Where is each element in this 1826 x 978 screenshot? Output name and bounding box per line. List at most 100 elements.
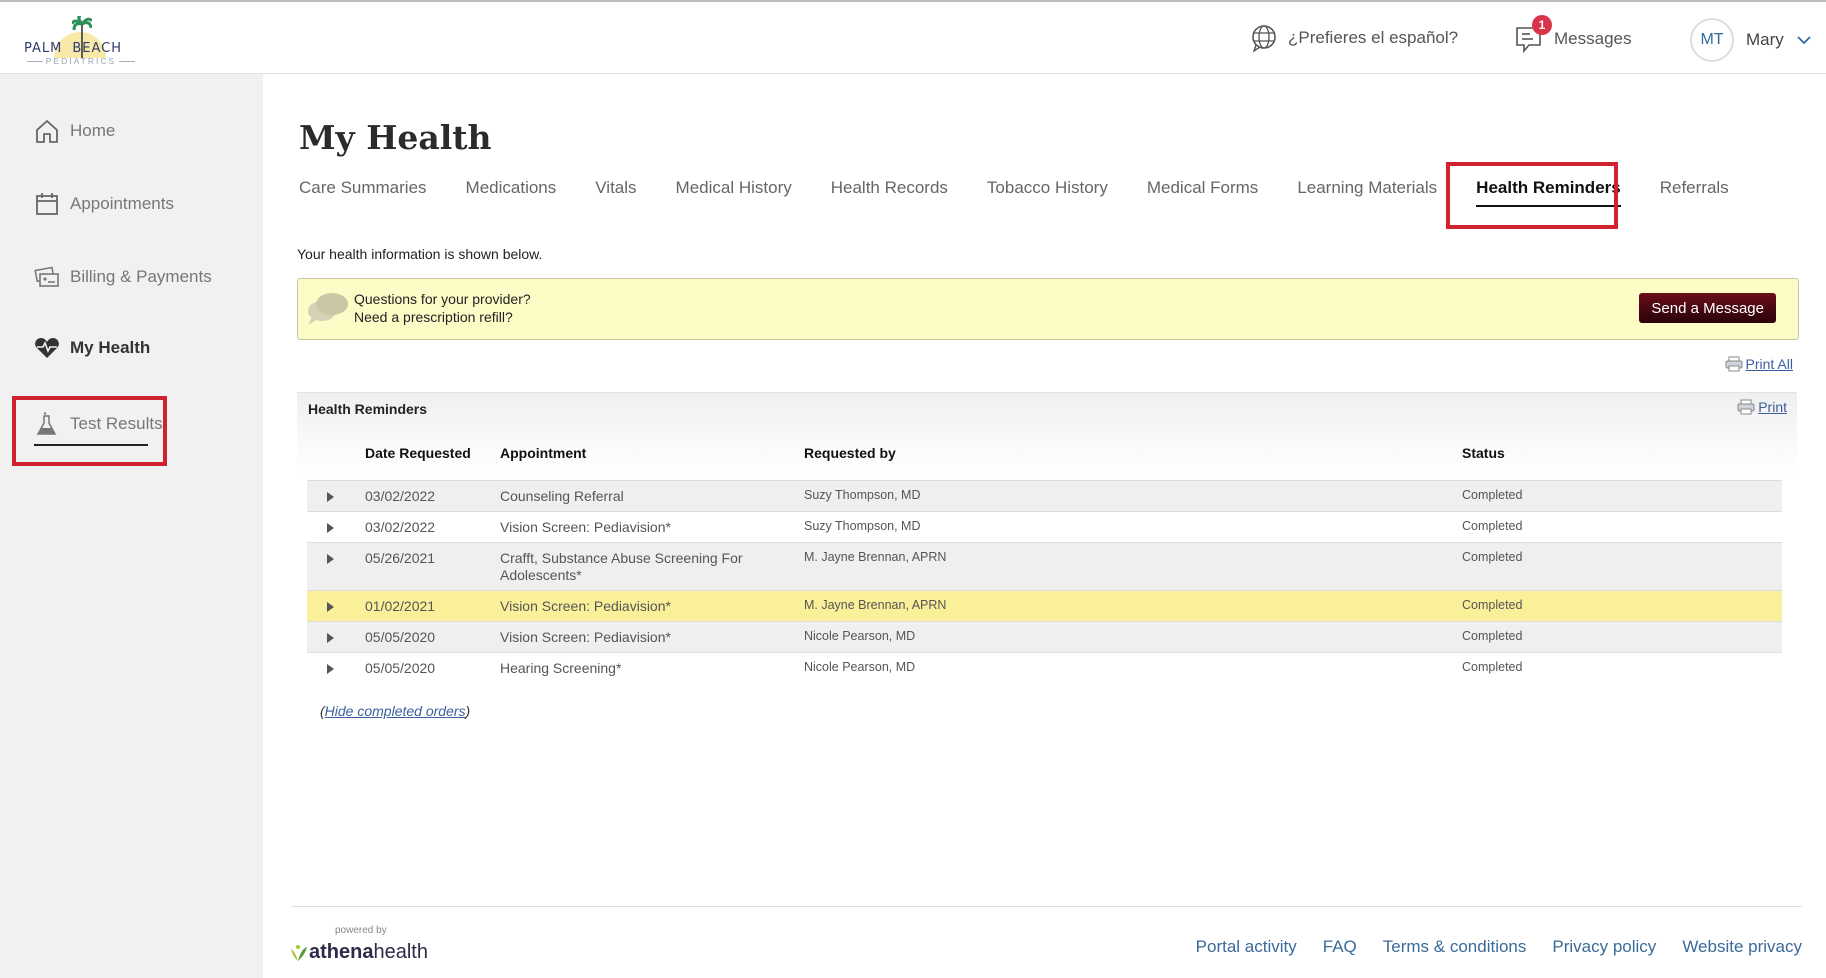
cell-date: 03/02/2022 xyxy=(365,480,500,512)
sidebar-item-billing-payments[interactable]: Billing & Payments xyxy=(34,264,212,290)
top-header: PALM BEACH PEDIATRICS ¿Prefieres el españ… xyxy=(0,0,1826,74)
print-all-link[interactable]: Print All xyxy=(1725,356,1793,372)
cell-status: Completed xyxy=(1462,652,1782,683)
cell-requested-by: M. Jayne Brennan, APRN xyxy=(804,542,1462,591)
athena-brand-light: health xyxy=(373,941,428,963)
cell-status: Completed xyxy=(1462,542,1782,591)
tab-tobacco-history[interactable]: Tobacco History xyxy=(987,178,1108,198)
cell-appointment: Crafft, Substance Abuse Screening For Ad… xyxy=(500,542,804,591)
cell-requested-by: Nicole Pearson, MD xyxy=(804,652,1462,683)
column-header-requested-by[interactable]: Requested by xyxy=(804,445,896,461)
chat-bubbles-icon xyxy=(308,293,348,325)
cell-appointment: Vision Screen: Pediavision* xyxy=(500,511,804,543)
billing-icon xyxy=(34,266,59,287)
sidebar-item-my-health[interactable]: My Health xyxy=(34,336,150,360)
chevron-down-icon xyxy=(1797,36,1811,45)
expand-row-icon[interactable] xyxy=(327,492,334,502)
user-menu[interactable]: MT Mary xyxy=(1690,18,1812,62)
athena-brand-bold: athena xyxy=(309,941,374,963)
print-label: Print xyxy=(1758,399,1787,415)
tab-medications[interactable]: Medications xyxy=(466,178,557,198)
send-message-button[interactable]: Send a Message xyxy=(1639,293,1776,323)
hide-completed-wrapper: (Hide completed orders) xyxy=(320,703,471,719)
active-tab-highlight-box xyxy=(1446,162,1618,229)
footer-link-terms[interactable]: Terms & conditions xyxy=(1383,937,1527,957)
cell-date: 05/05/2020 xyxy=(365,621,500,653)
cell-date: 05/05/2020 xyxy=(365,652,500,683)
provider-notice: Questions for your provider? Need a pres… xyxy=(297,278,1799,340)
cell-appointment: Vision Screen: Pediavision* xyxy=(500,590,804,622)
cell-status: Completed xyxy=(1462,590,1782,622)
calendar-icon xyxy=(36,193,58,215)
health-reminders-panel: Health Reminders Print Date Requested Ap… xyxy=(297,392,1797,683)
flask-icon xyxy=(36,412,57,435)
cell-requested-by: Suzy Thompson, MD xyxy=(804,511,1462,543)
health-reminders-table: 03/02/2022 Counseling Referral Suzy Thom… xyxy=(307,480,1782,683)
heart-pulse-icon xyxy=(35,338,59,358)
home-icon xyxy=(36,120,58,143)
tab-vitals[interactable]: Vitals xyxy=(595,178,636,198)
athenahealth-logo[interactable]: athena health xyxy=(289,941,428,964)
footer-link-privacy-policy[interactable]: Privacy policy xyxy=(1552,937,1656,957)
column-header-date[interactable]: Date Requested xyxy=(365,445,471,461)
cell-status: Completed xyxy=(1462,480,1782,512)
sidebar-item-label: Test Results xyxy=(70,414,163,433)
sidebar: Home Appointments Billing & Payments My … xyxy=(0,74,263,978)
cell-status: Completed xyxy=(1462,511,1782,543)
logo-text-beach: BEACH xyxy=(72,41,123,56)
tab-health-records[interactable]: Health Records xyxy=(831,178,948,198)
cell-requested-by: M. Jayne Brennan, APRN xyxy=(804,590,1462,622)
intro-text: Your health information is shown below. xyxy=(297,246,543,262)
user-name: Mary xyxy=(1746,30,1784,49)
expand-row-icon[interactable] xyxy=(327,523,334,533)
cell-appointment: Vision Screen: Pediavision* xyxy=(500,621,804,653)
sidebar-item-home[interactable]: Home xyxy=(34,118,115,144)
tab-medical-history[interactable]: Medical History xyxy=(676,178,792,198)
column-header-appointment[interactable]: Appointment xyxy=(500,445,586,461)
logo-text-palm: PALM xyxy=(24,41,63,56)
expand-row-icon[interactable] xyxy=(327,664,334,674)
notice-line-2: Need a prescription refill? xyxy=(354,309,513,325)
table-row[interactable]: 03/02/2022 Counseling Referral Suzy Thom… xyxy=(307,480,1782,512)
sidebar-item-label: My Health xyxy=(70,338,151,357)
messages-label: Messages xyxy=(1554,29,1632,48)
table-row[interactable]: 05/05/2020 Hearing Screening* Nicole Pea… xyxy=(307,652,1782,683)
messages-link[interactable]: 1 Messages xyxy=(1514,15,1632,54)
powered-by-label: powered by xyxy=(335,925,387,936)
messages-count-badge: 1 xyxy=(1532,15,1552,35)
tab-medical-forms[interactable]: Medical Forms xyxy=(1147,178,1258,198)
tab-learning-materials[interactable]: Learning Materials xyxy=(1297,178,1437,198)
sidebar-item-label: Appointments xyxy=(70,194,174,213)
tab-care-summaries[interactable]: Care Summaries xyxy=(299,178,427,198)
tab-referrals[interactable]: Referrals xyxy=(1660,178,1729,198)
table-row[interactable]: 05/26/2021 Crafft, Substance Abuse Scree… xyxy=(307,542,1782,591)
column-header-status[interactable]: Status xyxy=(1462,445,1505,461)
printer-icon xyxy=(1737,399,1755,415)
expand-row-icon[interactable] xyxy=(327,554,334,564)
table-row[interactable]: 03/02/2022 Vision Screen: Pediavision* S… xyxy=(307,511,1782,543)
sidebar-item-appointments[interactable]: Appointments xyxy=(34,191,174,217)
printer-icon xyxy=(1725,356,1743,372)
sidebar-item-label: Home xyxy=(70,121,116,140)
page-title: My Health xyxy=(299,118,492,157)
cell-appointment: Hearing Screening* xyxy=(500,652,804,683)
footer-link-faq[interactable]: FAQ xyxy=(1323,937,1357,957)
notice-line-1: Questions for your provider? xyxy=(354,291,531,307)
footer-link-portal-activity[interactable]: Portal activity xyxy=(1196,937,1297,957)
hide-completed-orders-link[interactable]: Hide completed orders xyxy=(325,703,466,719)
table-row[interactable]: 05/05/2020 Vision Screen: Pediavision* N… xyxy=(307,621,1782,653)
sidebar-item-test-results[interactable]: Test Results xyxy=(34,411,163,437)
panel-title: Health Reminders xyxy=(308,401,428,417)
expand-row-icon[interactable] xyxy=(327,633,334,643)
language-toggle-label: ¿Prefieres el español? xyxy=(1288,28,1459,47)
expand-row-icon[interactable] xyxy=(327,602,334,612)
footer-divider xyxy=(292,906,1802,907)
palm-beach-pediatrics-logo[interactable]: PALM BEACH PEDIATRICS xyxy=(22,14,140,68)
print-link[interactable]: Print xyxy=(1737,399,1787,415)
cell-status: Completed xyxy=(1462,621,1782,653)
footer-link-website-privacy[interactable]: Website privacy xyxy=(1682,937,1802,957)
cell-date: 05/26/2021 xyxy=(365,542,500,591)
globe-chat-icon xyxy=(1252,25,1276,52)
table-row-highlighted[interactable]: 01/02/2021 Vision Screen: Pediavision* M… xyxy=(307,590,1782,622)
language-toggle-link[interactable]: ¿Prefieres el español? xyxy=(1250,24,1458,52)
